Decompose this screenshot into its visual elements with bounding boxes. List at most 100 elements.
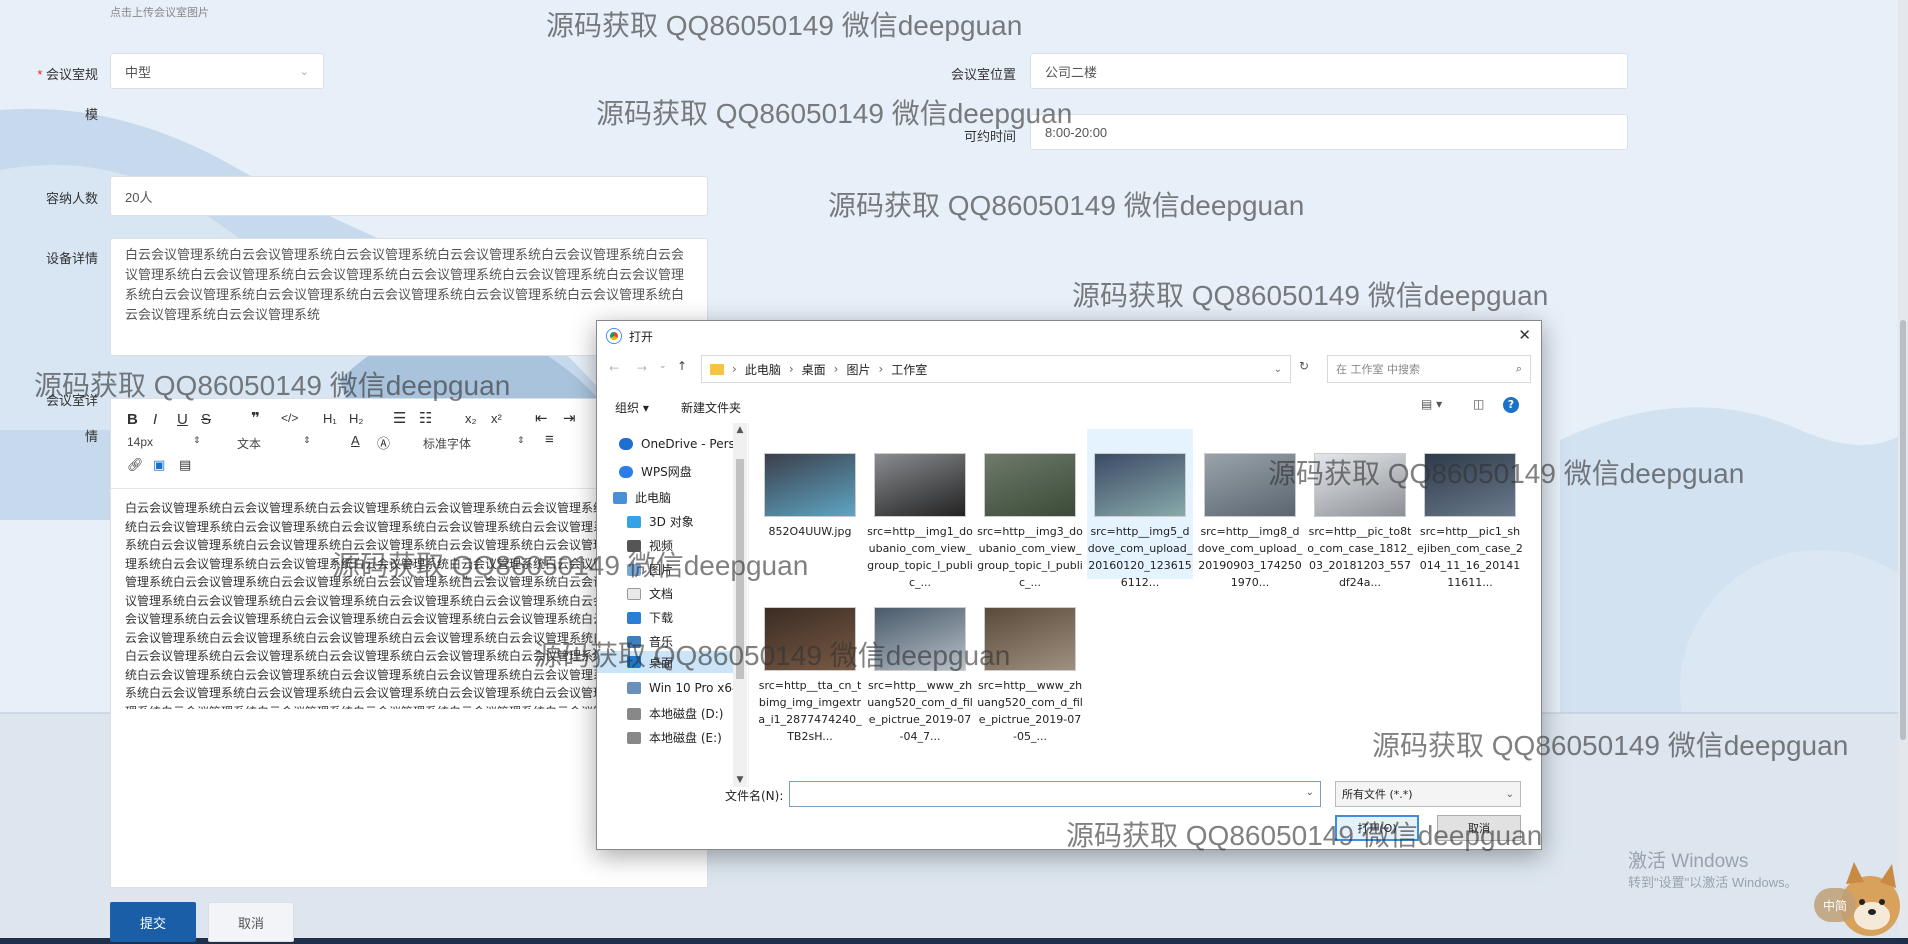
- breadcrumb-sep-icon: ›: [732, 362, 737, 376]
- background-color-icon[interactable]: Ⓐ: [377, 433, 390, 452]
- scroll-up-icon[interactable]: ▲: [733, 425, 747, 435]
- search-box[interactable]: 在 工作室 中搜索 ⌕: [1327, 355, 1531, 383]
- file-item[interactable]: src=http__img8_ddove_com_upload_20190903…: [1197, 429, 1303, 589]
- view-icon[interactable]: ▤ ▾: [1421, 397, 1442, 411]
- font-size-value: 14px: [127, 435, 154, 449]
- help-icon[interactable]: ?: [1503, 397, 1519, 413]
- nav-item-selected[interactable]: 桌面: [597, 651, 733, 673]
- file-item[interactable]: src=http__img1_doubanio_com_view_group_t…: [867, 429, 973, 589]
- submit-button[interactable]: 提交: [110, 902, 196, 942]
- equipment-label: 设备详情: [45, 251, 98, 266]
- nav-item-label: 音乐: [649, 635, 674, 649]
- nav-item[interactable]: WPS网盘: [619, 463, 692, 480]
- ordered-list-icon[interactable]: ☰: [393, 409, 406, 427]
- image-icon[interactable]: ▣: [153, 457, 165, 473]
- nav-item[interactable]: 音乐: [627, 633, 673, 650]
- file-item[interactable]: src=http__tta_cn_tbimg_img_imgextra_i1_2…: [757, 583, 863, 743]
- file-item[interactable]: src=http__img5_ddove_com_upload_20160120…: [1087, 429, 1193, 589]
- file-item[interactable]: src=http__pic1_shejiben_com_case_2014_11…: [1417, 429, 1523, 589]
- font-size-select[interactable]: 14px ⇕: [127, 435, 207, 449]
- nav-item[interactable]: OneDrive - Perso: [619, 437, 742, 451]
- nav-item[interactable]: 文档: [627, 585, 673, 602]
- quote-icon[interactable]: ❞: [251, 409, 260, 427]
- chevron-down-icon[interactable]: ⌄: [1306, 787, 1314, 798]
- italic-icon[interactable]: I: [153, 411, 157, 428]
- superscript-icon[interactable]: x²: [491, 411, 502, 426]
- organize-button[interactable]: 组织 ▾: [615, 399, 649, 416]
- link-icon[interactable]: 🔗︎: [127, 457, 144, 473]
- chrome-icon: [607, 329, 621, 343]
- nav-scrollbar[interactable]: ▲ ▼: [733, 423, 747, 787]
- available-time-input[interactable]: 8:00-20:00: [1030, 114, 1628, 150]
- capacity-input[interactable]: 20人: [110, 176, 708, 216]
- nav-item[interactable]: 此电脑: [613, 489, 671, 506]
- cancel-button[interactable]: 取消: [208, 902, 294, 942]
- nav-item[interactable]: 视频: [627, 537, 673, 554]
- strikethrough-icon[interactable]: S: [201, 411, 211, 428]
- file-item[interactable]: 852O4UUW.jpg: [757, 429, 863, 579]
- new-folder-button[interactable]: 新建文件夹: [681, 399, 741, 416]
- filename-label: 文件名(N):: [725, 789, 784, 803]
- text-style-value: 文本: [237, 437, 262, 451]
- filename-input[interactable]: ⌄: [789, 781, 1321, 807]
- open-button[interactable]: 打开(O): [1335, 815, 1419, 841]
- nav-item[interactable]: 3D 对象: [627, 513, 694, 530]
- address-bar[interactable]: › 此电脑 › 桌面 › 图片 › 工作室 ⌄: [701, 355, 1291, 383]
- dialog-cancel-button[interactable]: 取消: [1437, 815, 1521, 841]
- bullet-list-icon[interactable]: ☷: [419, 409, 432, 427]
- nav-item[interactable]: Win 10 Pro x64: [627, 681, 740, 695]
- align-icon[interactable]: ≡: [545, 431, 554, 448]
- breadcrumb-item[interactable]: 此电脑: [745, 361, 781, 378]
- file-thumbnail: [874, 607, 966, 671]
- text-style-select[interactable]: 文本 ⇕: [237, 435, 317, 452]
- back-icon[interactable]: ←: [609, 361, 619, 375]
- refresh-icon[interactable]: ↻: [1299, 359, 1309, 373]
- nav-item[interactable]: 本地磁盘 (E:): [627, 729, 722, 746]
- location-label: 会议室位置: [950, 67, 1016, 82]
- close-icon[interactable]: ✕: [1518, 326, 1531, 344]
- outdent-icon[interactable]: ⇤: [535, 409, 548, 427]
- breadcrumb-item[interactable]: 图片: [846, 361, 870, 378]
- breadcrumb-item[interactable]: 工作室: [891, 361, 927, 378]
- breadcrumb-item[interactable]: 桌面: [802, 361, 826, 378]
- nav-pane: OneDrive - Perso WPS网盘 此电脑 3D 对象 视频 图片 文…: [597, 423, 749, 787]
- font-family-select[interactable]: 标准字体 ⇕: [423, 435, 525, 452]
- underline-icon[interactable]: U: [177, 411, 188, 428]
- location-input[interactable]: 公司二楼: [1030, 53, 1628, 89]
- heading2-icon[interactable]: H₂: [349, 411, 363, 426]
- code-icon[interactable]: </>: [281, 411, 298, 425]
- file-item[interactable]: src=http__www_zhuang520_com_d_file_pictr…: [867, 583, 973, 743]
- heading1-icon[interactable]: H₁: [323, 411, 337, 426]
- file-thumbnail: [984, 607, 1076, 671]
- filetype-select[interactable]: 所有文件 (*.*) ⌄: [1335, 781, 1521, 807]
- nav-item-label: Win 10 Pro x64: [649, 681, 740, 695]
- file-item[interactable]: src=http__www_zhuang520_com_d_file_pictr…: [977, 583, 1083, 743]
- desktop-icon: [627, 656, 641, 668]
- chevron-down-icon[interactable]: ⌄: [1274, 364, 1282, 375]
- scroll-thumb[interactable]: [736, 459, 744, 679]
- forward-icon[interactable]: →: [637, 361, 647, 375]
- up-icon[interactable]: ↑: [677, 359, 687, 373]
- file-name: src=http__pic_to8to_com_case_1812_03_201…: [1307, 525, 1413, 589]
- address-bar-row: ← → ⌄ ↑ › 此电脑 › 桌面 › 图片 › 工作室 ⌄ ↻ 在 工作室 …: [597, 353, 1541, 387]
- nav-item[interactable]: 本地磁盘 (D:): [627, 705, 723, 722]
- file-item[interactable]: src=http__img3_doubanio_com_view_group_t…: [977, 429, 1083, 589]
- file-name: src=http__img8_ddove_com_upload_20190903…: [1197, 525, 1303, 589]
- file-item[interactable]: src=http__pic_to8to_com_case_1812_03_201…: [1307, 429, 1413, 589]
- font-color-icon[interactable]: A: [351, 433, 360, 448]
- preview-pane-icon[interactable]: ◫: [1473, 397, 1484, 411]
- subscript-icon[interactable]: x₂: [465, 411, 477, 426]
- music-icon: [627, 635, 641, 648]
- size-select[interactable]: 中型 ⌄: [110, 53, 324, 89]
- video-icon[interactable]: ▤: [179, 457, 191, 473]
- dropdown-icon[interactable]: ⌄: [659, 361, 667, 371]
- scroll-down-icon[interactable]: ▼: [733, 775, 747, 785]
- detail-label: 会议室详: [45, 393, 98, 408]
- command-bar: 组织 ▾ 新建文件夹 ▤ ▾ ◫ ?: [597, 391, 1541, 421]
- bold-icon[interactable]: B: [127, 411, 138, 428]
- nav-item-label: WPS网盘: [641, 465, 692, 479]
- nav-item[interactable]: 图片: [627, 561, 673, 578]
- file-thumbnail: [1314, 453, 1406, 517]
- nav-item[interactable]: 下载: [627, 609, 673, 626]
- indent-icon[interactable]: ⇥: [563, 409, 576, 427]
